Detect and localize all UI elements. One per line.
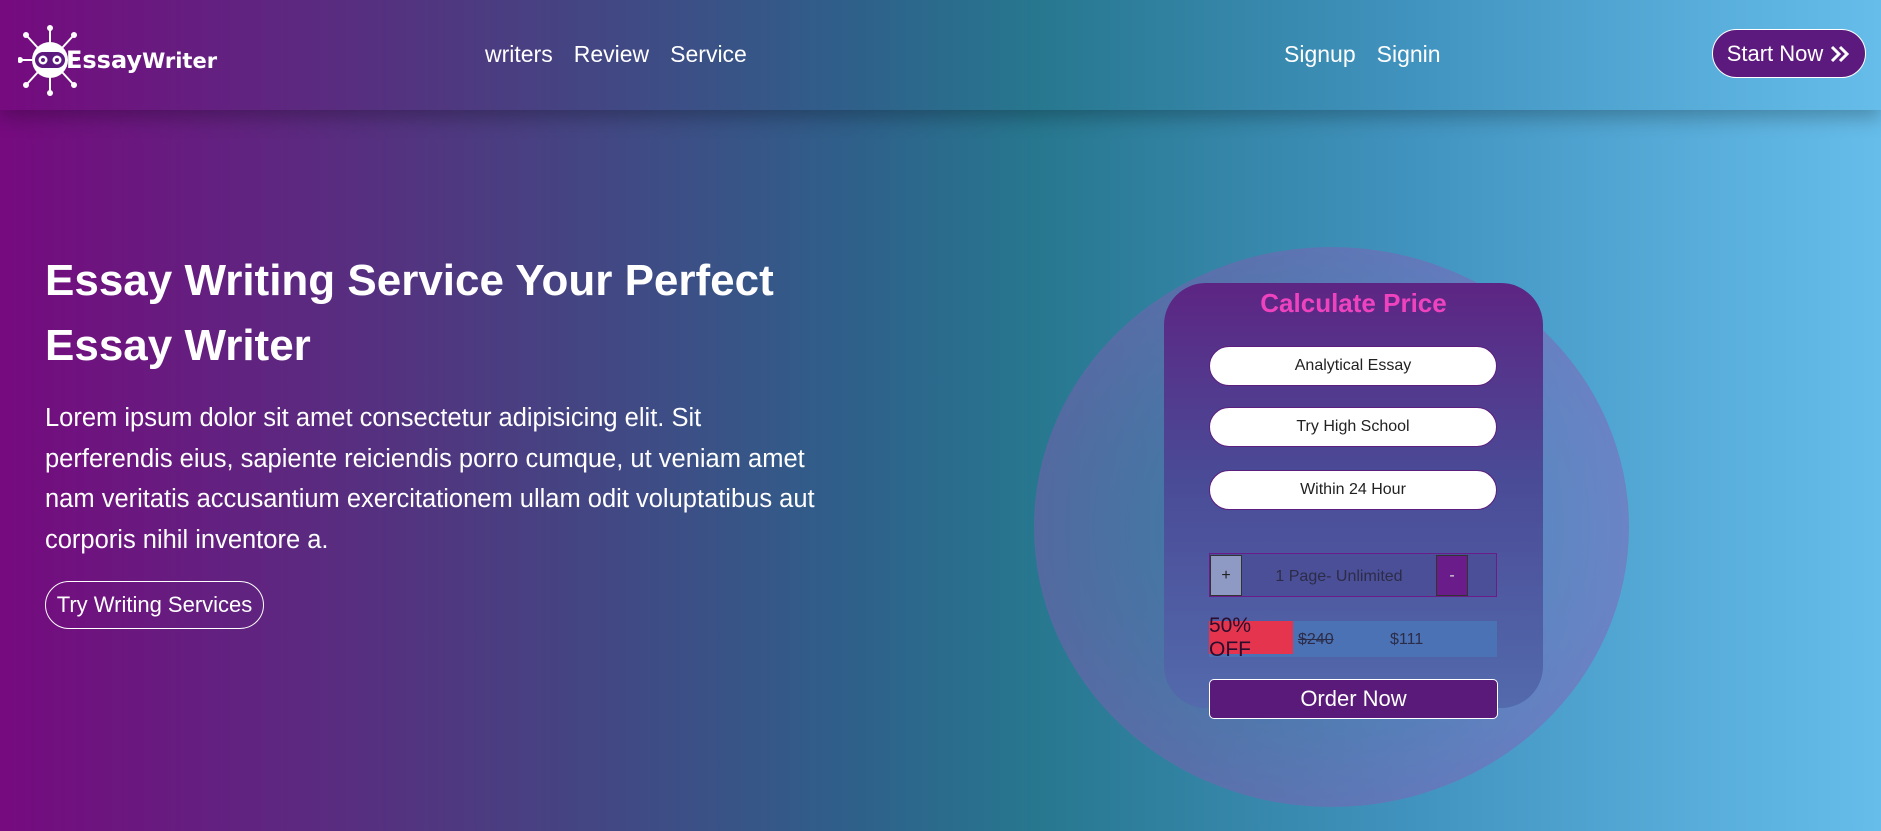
increment-button[interactable]: + [1210,555,1242,596]
essay-type-select[interactable]: Analytical Essay [1209,346,1497,386]
original-price: $240 [1298,631,1334,648]
brand-name: EssayWriter [66,46,217,74]
nav-right-links: Signup Signin [1284,41,1462,68]
nav-link-writers[interactable]: writers [485,41,553,67]
brand-name-small: Writer [142,49,218,73]
brand-name-big: Essay [66,46,143,74]
order-now-button[interactable]: Order Now [1209,679,1498,719]
hero-description: Lorem ipsum dolor sit amet consectetur a… [45,404,815,554]
discount-badge: 50% OFF [1209,614,1293,661]
double-chevron-right-icon [1831,45,1850,62]
start-now-label: Start Now [1726,40,1824,66]
deadline-select[interactable]: Within 24 Hour [1209,470,1497,510]
try-writing-services-button[interactable]: Try Writing Services [45,581,264,629]
academic-level-select[interactable]: Try High School [1209,407,1497,447]
nav-left-links: writers Review Service [485,41,768,68]
brand-logo[interactable]: EssayWriter [17,24,217,98]
hero-title: Essay Writing Service Your Perfect Essay… [45,256,774,370]
nav-link-signin[interactable]: Signin [1377,41,1441,67]
nav-link-review[interactable]: Review [574,41,649,67]
calculator-title: Calculate Price [1260,288,1447,318]
decrement-button[interactable]: - [1436,555,1468,596]
nav-link-signup[interactable]: Signup [1284,41,1356,67]
start-now-button[interactable]: Start Now [1712,29,1866,78]
nav-link-service[interactable]: Service [670,41,747,67]
top-navbar: EssayWriter writers Review Service Signup S… [0,0,1881,110]
pages-value: 1 Page- Unlimited [1275,568,1403,585]
discounted-price: $111 [1390,631,1424,648]
